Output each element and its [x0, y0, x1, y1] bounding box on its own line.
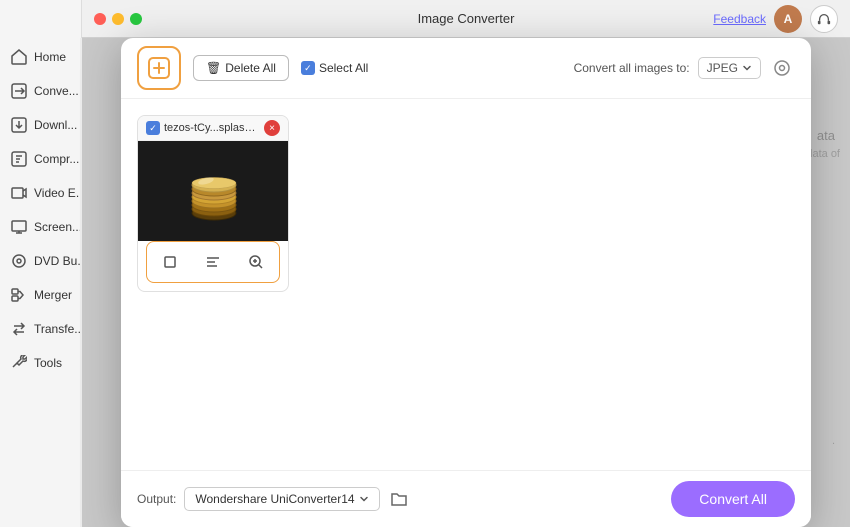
image-grid: tezos-tCy...splash.jpg ×	[121, 99, 811, 470]
sidebar-item-compress[interactable]: Compr...	[0, 142, 81, 176]
sidebar-item-merger[interactable]: Merger	[0, 278, 81, 312]
image-preview	[138, 141, 289, 241]
top-right-actions: Feedback A	[713, 5, 838, 33]
format-dropdown[interactable]: JPEG	[698, 57, 761, 79]
output-path-value: Wondershare UniConverter14	[195, 492, 354, 506]
transfer-icon	[10, 320, 28, 338]
image-card-header: tezos-tCy...splash.jpg ×	[138, 116, 288, 141]
convert-icon	[10, 82, 28, 100]
window-title: Image Converter	[418, 11, 515, 26]
format-value: JPEG	[707, 61, 738, 75]
sidebar-item-download[interactable]: Downl...	[0, 108, 81, 142]
home-icon	[10, 48, 28, 66]
titlebar: Image Converter Feedback A	[82, 0, 850, 38]
sidebar-item-screen[interactable]: Screen...	[0, 210, 81, 244]
maximize-window-button[interactable]	[130, 13, 142, 25]
close-window-button[interactable]	[94, 13, 106, 25]
card-filename: tezos-tCy...splash.jpg	[164, 122, 260, 134]
chevron-down-icon	[359, 494, 369, 504]
convert-all-button[interactable]: Convert All	[671, 481, 795, 517]
dvd-icon	[10, 252, 28, 270]
trash-icon: 🗑	[206, 61, 221, 75]
download-icon	[10, 116, 28, 134]
sidebar-item-dvd[interactable]: DVD Bu...	[0, 244, 81, 278]
open-folder-button[interactable]	[386, 486, 412, 512]
feedback-link[interactable]: Feedback	[713, 12, 766, 26]
crop-button[interactable]	[159, 250, 182, 274]
sidebar-item-convert[interactable]: Conve...	[0, 74, 81, 108]
dialog-toolbar: 🗑 Delete All Select All Convert all imag…	[121, 38, 811, 99]
screen-icon	[10, 218, 28, 236]
sidebar-item-home[interactable]: Home	[0, 40, 81, 74]
select-all-label: Select All	[319, 61, 368, 75]
image-card: tezos-tCy...splash.jpg ×	[137, 115, 289, 292]
sidebar-item-tools[interactable]: Tools	[0, 346, 81, 380]
card-checkbox[interactable]	[146, 121, 160, 135]
card-close-button[interactable]: ×	[264, 120, 280, 136]
output-label: Output:	[137, 492, 176, 506]
format-selector-group: Convert all images to: JPEG	[574, 55, 795, 81]
zoom-button[interactable]	[244, 250, 267, 274]
sidebar-item-video-edit[interactable]: Video E...	[0, 176, 81, 210]
format-settings-button[interactable]	[769, 55, 795, 81]
output-path-dropdown[interactable]: Wondershare UniConverter14	[184, 487, 379, 511]
compress-icon	[10, 150, 28, 168]
support-icon[interactable]	[810, 5, 838, 33]
format-label: Convert all images to:	[574, 61, 690, 75]
image-converter-dialog: 🗑 Delete All Select All Convert all imag…	[121, 38, 811, 527]
coin-preview-image	[174, 151, 254, 231]
main-area: Image Converter Feedback A ata adata of …	[82, 0, 850, 527]
select-all-row: Select All	[301, 61, 368, 75]
minimize-window-button[interactable]	[112, 13, 124, 25]
sidebar-item-transfer[interactable]: Transfe...	[0, 312, 81, 346]
list-settings-button[interactable]	[202, 250, 225, 274]
chevron-down-icon	[742, 63, 752, 73]
window-controls	[94, 13, 142, 25]
video-icon	[10, 184, 28, 202]
bottom-bar: Output: Wondershare UniConverter14 Conve…	[121, 470, 811, 527]
merge-icon	[10, 286, 28, 304]
avatar[interactable]: A	[774, 5, 802, 33]
action-icons-bar	[146, 241, 280, 283]
sidebar: Home Conve... Downl... Compr...	[0, 0, 82, 527]
tools-icon	[10, 354, 28, 372]
select-all-checkbox[interactable]	[301, 61, 315, 75]
delete-all-button[interactable]: 🗑 Delete All	[193, 55, 289, 81]
add-image-button[interactable]	[137, 46, 181, 90]
